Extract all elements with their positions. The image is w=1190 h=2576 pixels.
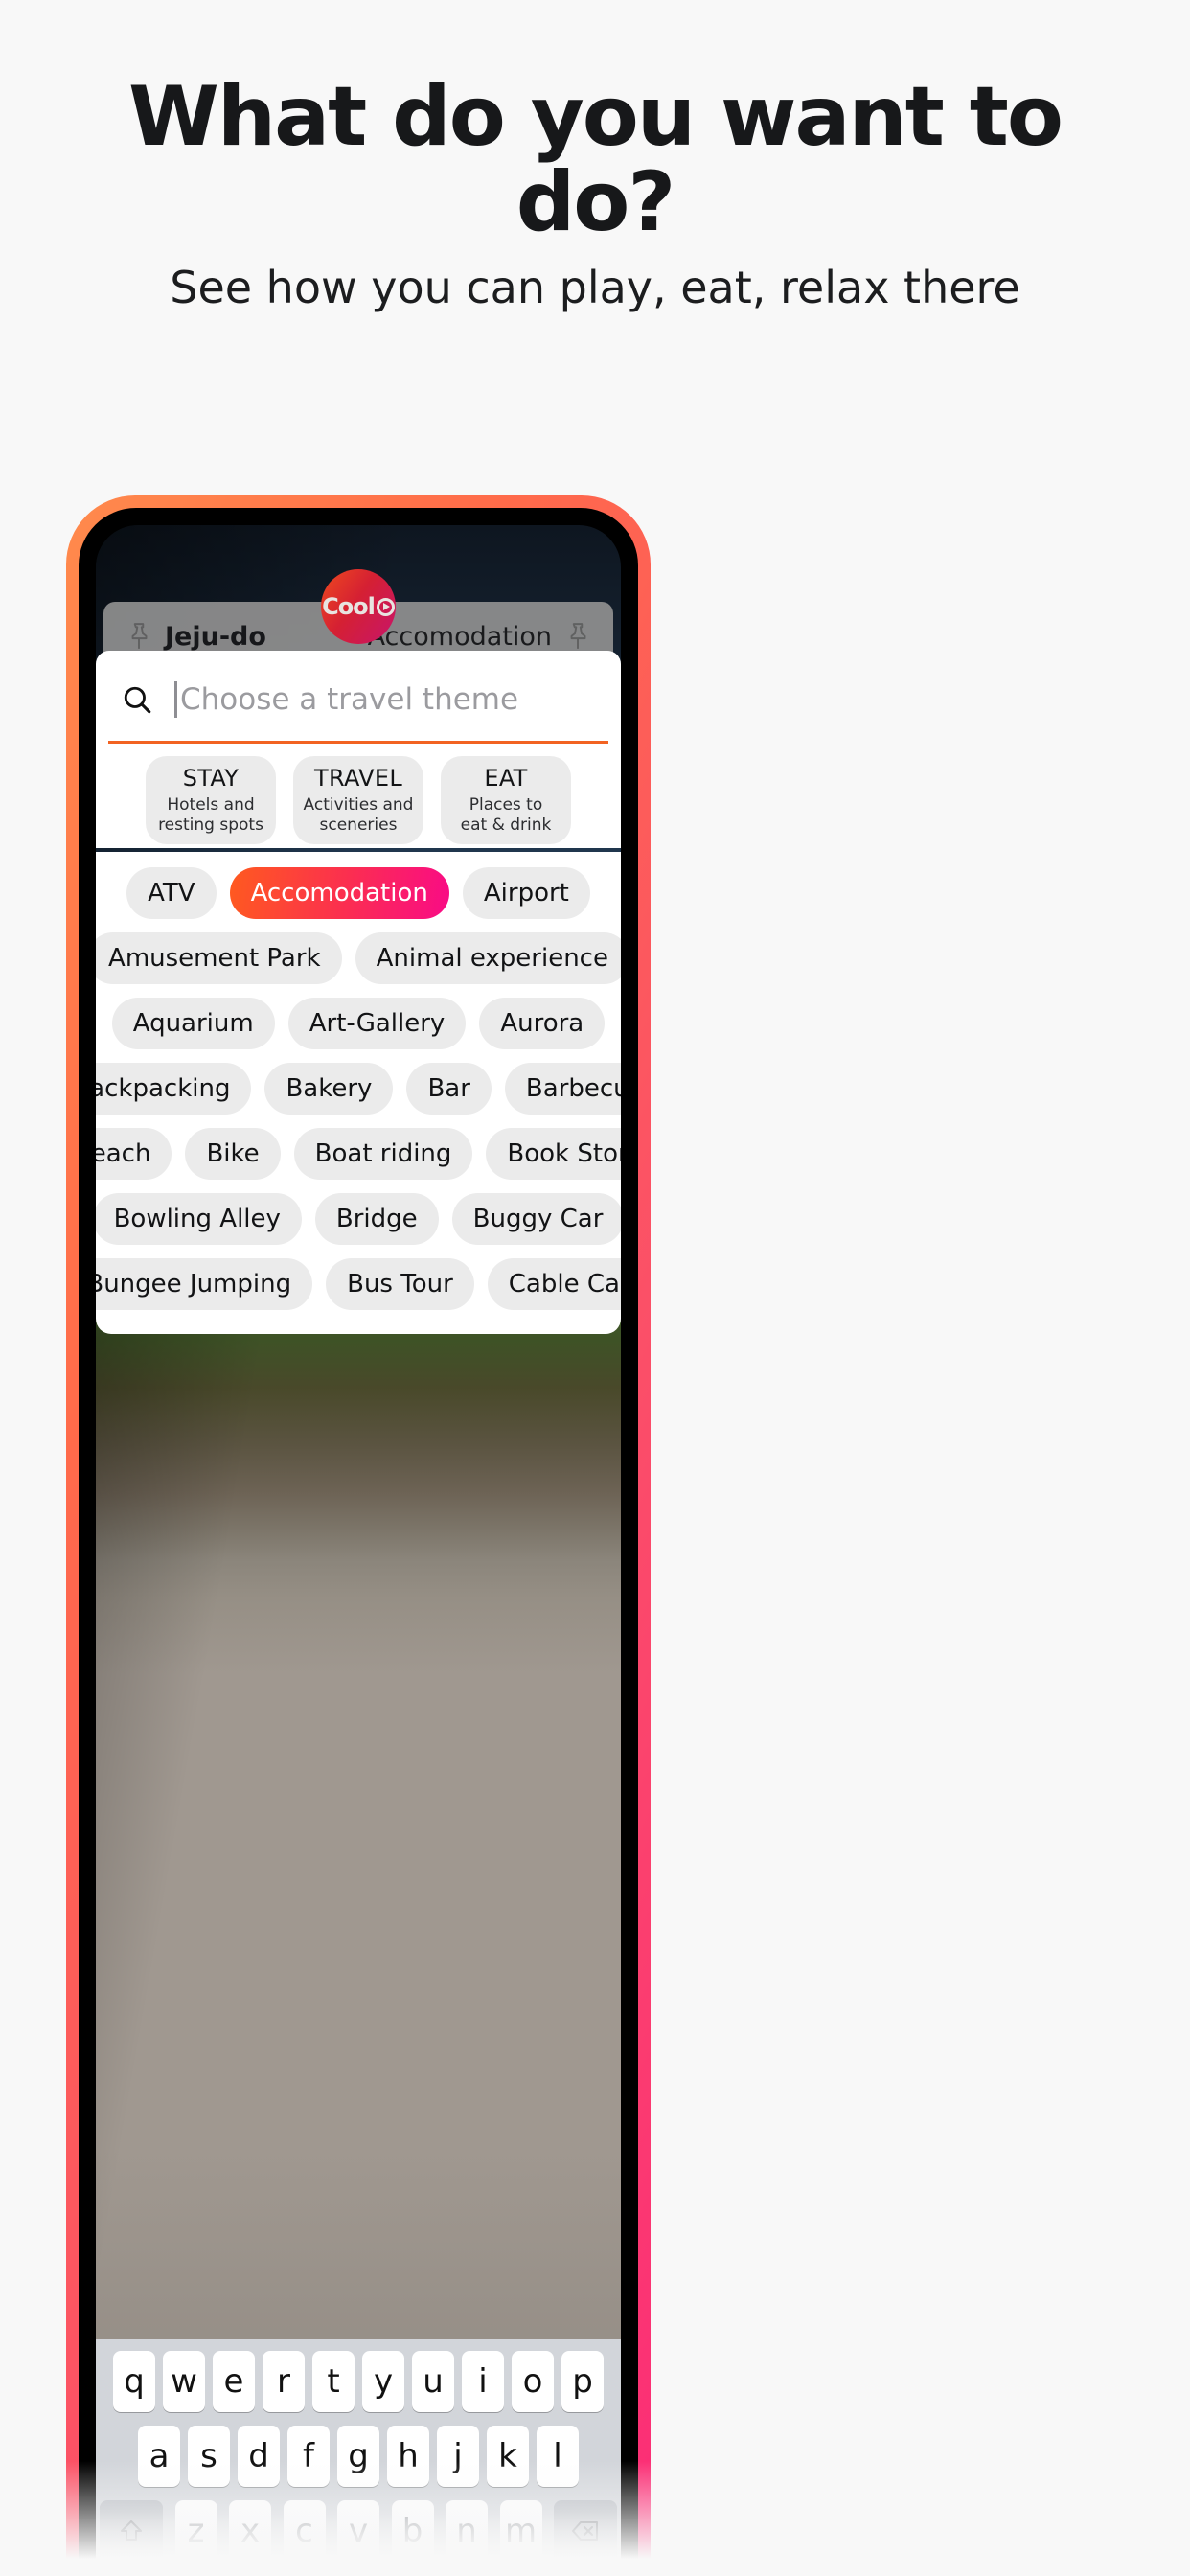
search-icon — [124, 686, 151, 714]
theme-chip[interactable]: Airport — [462, 867, 590, 919]
shift-up-icon[interactable] — [100, 2500, 163, 2562]
backspace-icon[interactable] — [554, 2500, 617, 2562]
category-card[interactable]: STAY Hotels and resting spots — [146, 756, 276, 844]
key-z[interactable]: z — [174, 2500, 217, 2562]
theme-chip[interactable]: Bowling Alley — [96, 1193, 302, 1245]
brand-logo[interactable]: Cool — [321, 569, 396, 644]
category-card-title: EAT — [484, 765, 528, 793]
theme-chip[interactable]: Bike — [185, 1128, 281, 1180]
key-f[interactable]: f — [287, 2426, 330, 2487]
key-y[interactable]: y — [362, 2351, 404, 2412]
theme-chip[interactable]: Aquarium — [111, 998, 275, 1049]
theme-chip[interactable]: Book Store — [486, 1128, 621, 1180]
key-h[interactable]: h — [387, 2426, 429, 2487]
phone-screen: Jeju-do Accomodation Cool Choose a trave… — [96, 525, 621, 2576]
header-region-label: Jeju-do — [165, 621, 266, 652]
theme-chip-selected[interactable]: Accomodation — [229, 867, 449, 919]
phone-bezel: Jeju-do Accomodation Cool Choose a trave… — [79, 508, 638, 2576]
theme-chip[interactable]: ATV — [126, 867, 217, 919]
pin-icon — [131, 623, 148, 649]
promo-page: What do you want to do? See how you can … — [0, 0, 1190, 2576]
phone-mockup-frame: Jeju-do Accomodation Cool Choose a trave… — [66, 495, 651, 2576]
theme-chip[interactable]: Bus Tour — [326, 1258, 474, 1310]
key-e[interactable]: e — [213, 2351, 255, 2412]
chip-row: BackpackingBakeryBarBarbecue — [96, 1063, 621, 1115]
category-card-list: STAY Hotels and resting spots TRAVEL Activit… — [96, 756, 621, 844]
play-circle-icon — [376, 597, 395, 616]
keyboard-row-3: zxcvbnm — [96, 2500, 621, 2562]
header-left-group[interactable]: Jeju-do — [126, 622, 313, 652]
theme-chip[interactable]: Animal experience — [355, 932, 621, 984]
key-i[interactable]: i — [462, 2351, 504, 2412]
key-u[interactable]: u — [412, 2351, 454, 2412]
key-d[interactable]: d — [238, 2426, 280, 2487]
theme-chip[interactable]: Beach — [96, 1128, 172, 1180]
key-l[interactable]: l — [537, 2426, 579, 2487]
chip-row: BeachBikeBoat ridingBook Store — [96, 1128, 621, 1180]
header-right-group[interactable]: Accomodation — [368, 622, 590, 652]
page-headline: What do you want to do? — [127, 69, 1064, 250]
key-k[interactable]: k — [487, 2426, 529, 2487]
key-p[interactable]: p — [561, 2351, 604, 2412]
theme-chip[interactable]: Barbecue — [504, 1063, 621, 1115]
theme-chip[interactable]: Boat riding — [293, 1128, 473, 1180]
key-m[interactable]: m — [499, 2500, 542, 2562]
theme-chip[interactable]: Art-Gallery — [287, 998, 467, 1049]
chip-row: Amusement Park Animal experience — [96, 932, 621, 984]
page-subheadline: See how you can play, eat, relax there — [170, 262, 1020, 313]
key-j[interactable]: j — [437, 2426, 479, 2487]
key-c[interactable]: c — [283, 2500, 326, 2562]
theme-chip[interactable]: Bakery — [264, 1063, 394, 1115]
search-underline — [108, 741, 608, 744]
pin-icon — [570, 623, 586, 649]
category-card-subtitle: Places to eat & drink — [460, 795, 552, 835]
key-n[interactable]: n — [446, 2500, 488, 2562]
key-a[interactable]: a — [138, 2426, 180, 2487]
keyboard-row-1: qwertyuiop — [96, 2351, 621, 2412]
text-caret — [174, 681, 177, 718]
chip-row: ATV Accomodation Airport — [109, 867, 607, 919]
theme-chip[interactable]: Bridge — [314, 1193, 439, 1245]
key-r[interactable]: r — [263, 2351, 305, 2412]
search-sheet: Choose a travel theme STAY Hotels and rest… — [96, 651, 621, 848]
theme-chip[interactable]: Aurora — [479, 998, 606, 1049]
key-t[interactable]: t — [312, 2351, 355, 2412]
theme-chip[interactable]: Amusement Park — [96, 932, 342, 984]
key-g[interactable]: g — [337, 2426, 379, 2487]
onscreen-keyboard[interactable]: qwertyuiop asdfghjkl zxcvbnm — [96, 2339, 621, 2576]
key-b[interactable]: b — [391, 2500, 434, 2562]
key-q[interactable]: q — [113, 2351, 155, 2412]
search-input[interactable]: Choose a travel theme — [174, 676, 596, 724]
chip-row: Bowling Alley Bridge Buggy Car — [96, 1193, 621, 1245]
key-w[interactable]: w — [163, 2351, 205, 2412]
category-card[interactable]: TRAVEL Activities and sceneries — [293, 756, 423, 844]
key-o[interactable]: o — [512, 2351, 554, 2412]
category-card-subtitle: Hotels and resting spots — [158, 795, 263, 835]
search-row[interactable]: Choose a travel theme — [96, 660, 621, 739]
key-x[interactable]: x — [229, 2500, 271, 2562]
category-card[interactable]: EAT Places to eat & drink — [441, 756, 571, 844]
search-placeholder: Choose a travel theme — [180, 682, 519, 717]
theme-chip[interactable]: Cable Car — [487, 1258, 621, 1310]
keyboard-row-2: asdfghjkl — [96, 2426, 621, 2487]
theme-chip[interactable]: Buggy Car — [451, 1193, 621, 1245]
theme-chip[interactable]: Bungee Jumping — [96, 1258, 313, 1310]
category-card-title: STAY — [182, 765, 240, 793]
brand-name: Cool — [322, 593, 376, 620]
key-s[interactable]: s — [188, 2426, 230, 2487]
theme-chip[interactable]: Backpacking — [96, 1063, 252, 1115]
category-card-subtitle: Activities and sceneries — [303, 795, 414, 835]
category-card-title: TRAVEL — [314, 765, 402, 793]
theme-chip[interactable]: Bar — [406, 1063, 492, 1115]
chip-row: Aquarium Art-Gallery Aurora — [109, 998, 607, 1049]
chip-row: Bungee Jumping Bus Tour Cable Car — [96, 1258, 621, 1310]
key-v[interactable]: v — [337, 2500, 379, 2562]
header-theme-label: Accomodation — [367, 621, 552, 652]
theme-chip-panel[interactable]: ATV Accomodation Airport Amusement Park Anim… — [96, 852, 621, 1334]
